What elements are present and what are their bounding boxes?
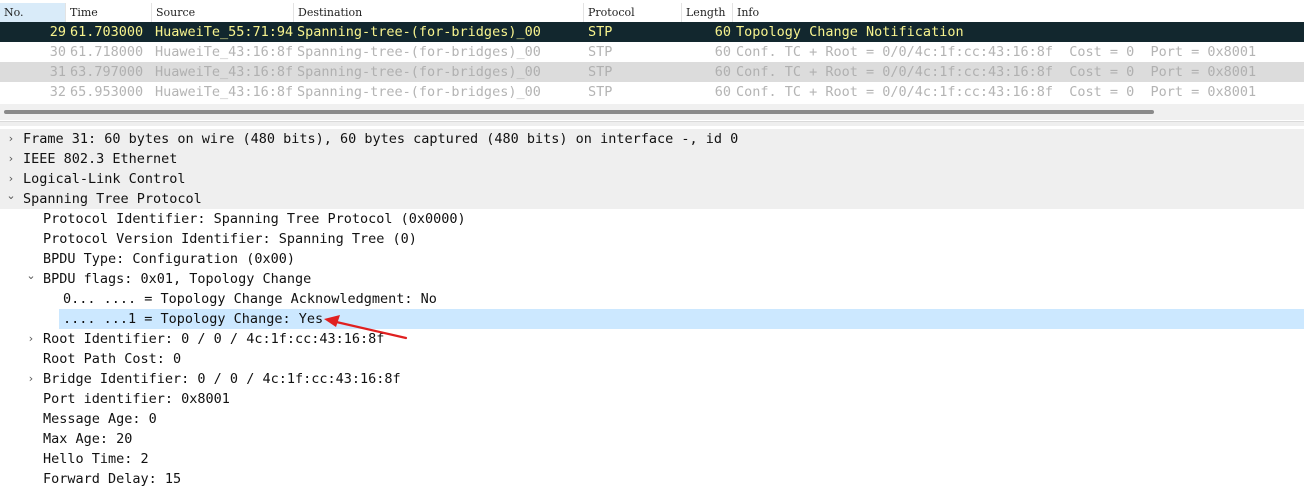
packet-source: HuaweiTe_43:16:8f <box>155 84 294 100</box>
tree-item-stp[interactable]: ⌄ Spanning Tree Protocol <box>0 189 1304 209</box>
tree-item-message-age[interactable]: Message Age: 0 <box>0 409 1304 429</box>
tree-item-max-age[interactable]: Max Age: 20 <box>0 429 1304 449</box>
packet-row[interactable]: 30 61.718000 HuaweiTe_43:16:8f Spanning-… <box>0 42 1304 62</box>
tree-item-label: Protocol Version Identifier: Spanning Tr… <box>43 231 417 247</box>
packet-length: 60 <box>714 24 731 40</box>
tree-item-label: Spanning Tree Protocol <box>23 191 202 207</box>
tree-item-label: Max Age: 20 <box>43 431 133 447</box>
packet-length: 60 <box>714 84 731 100</box>
packet-protocol: STP <box>588 64 613 80</box>
packet-no: 31 <box>49 64 66 80</box>
packet-destination: Spanning-tree-(for-bridges)_00 <box>297 24 541 40</box>
scrollbar-thumb[interactable] <box>4 110 1154 114</box>
tree-item-label: Message Age: 0 <box>43 411 157 427</box>
chevron-down-icon[interactable]: ⌄ <box>25 266 37 286</box>
tree-item-label: BPDU Type: Configuration (0x00) <box>43 251 295 267</box>
chevron-down-icon[interactable]: ⌄ <box>5 186 17 206</box>
packet-details-tree: › Frame 31: 60 bytes on wire (480 bits),… <box>0 128 1304 490</box>
packet-row[interactable]: 32 65.953000 HuaweiTe_43:16:8f Spanning-… <box>0 82 1304 102</box>
annotation-arrow-icon <box>324 315 408 340</box>
horizontal-scrollbar[interactable] <box>0 104 1304 120</box>
packet-info: Conf. TC + Root = 0/0/4c:1f:cc:43:16:8f … <box>736 64 1257 80</box>
tree-item-root-path-cost[interactable]: Root Path Cost: 0 <box>0 349 1304 369</box>
column-header-protocol[interactable]: Protocol <box>584 3 682 22</box>
tree-item-port-identifier[interactable]: Port identifier: 0x8001 <box>0 389 1304 409</box>
tree-item-label: BPDU flags: 0x01, Topology Change <box>43 271 312 287</box>
packet-list: No. Time Source Destination Protocol Len… <box>0 0 1304 122</box>
tree-item-llc[interactable]: › Logical-Link Control <box>0 169 1304 189</box>
tree-item-label: Protocol Identifier: Spanning Tree Proto… <box>43 211 466 227</box>
tree-item-label: Port identifier: 0x8001 <box>43 391 230 407</box>
packet-row[interactable]: 31 63.797000 HuaweiTe_43:16:8f Spanning-… <box>0 62 1304 82</box>
packet-list-header: No. Time Source Destination Protocol Len… <box>0 3 1304 23</box>
tree-item-label: IEEE 802.3 Ethernet <box>23 151 178 167</box>
packet-info: Topology Change Notification <box>736 24 964 40</box>
packet-length: 60 <box>714 44 731 60</box>
packet-protocol: STP <box>588 84 613 100</box>
chevron-right-icon[interactable]: › <box>5 129 17 149</box>
pane-splitter[interactable] <box>0 121 1304 126</box>
packet-protocol: STP <box>588 24 613 40</box>
packet-destination: Spanning-tree-(for-bridges)_00 <box>297 84 541 100</box>
column-header-info[interactable]: Info <box>733 3 1304 22</box>
column-header-source[interactable]: Source <box>152 3 294 22</box>
tree-item-bridge-identifier[interactable]: › Bridge Identifier: 0 / 0 / 4c:1f:cc:43… <box>0 369 1304 389</box>
tree-item-ethernet[interactable]: › IEEE 802.3 Ethernet <box>0 149 1304 169</box>
packet-source: HuaweiTe_43:16:8f <box>155 44 294 60</box>
packet-no: 32 <box>49 84 66 100</box>
chevron-right-icon[interactable]: › <box>25 369 37 389</box>
packet-no: 29 <box>49 24 66 40</box>
chevron-right-icon[interactable]: › <box>25 329 37 349</box>
tree-item-label: Forward Delay: 15 <box>43 471 182 487</box>
packet-destination: Spanning-tree-(for-bridges)_00 <box>297 44 541 60</box>
packet-time: 61.703000 <box>70 24 144 40</box>
tree-item-protocol-identifier[interactable]: Protocol Identifier: Spanning Tree Proto… <box>0 209 1304 229</box>
tree-item-label: Bridge Identifier: 0 / 0 / 4c:1f:cc:43:1… <box>43 371 401 387</box>
column-header-length[interactable]: Length <box>682 3 733 22</box>
packet-source: HuaweiTe_55:71:94 <box>155 24 294 40</box>
tree-item-tc-ack[interactable]: 0... .... = Topology Change Acknowledgme… <box>0 289 1304 309</box>
tree-item-forward-delay[interactable]: Forward Delay: 15 <box>0 469 1304 489</box>
packet-source: HuaweiTe_43:16:8f <box>155 64 294 80</box>
tree-item-bpdu-flags[interactable]: ⌄ BPDU flags: 0x01, Topology Change <box>0 269 1304 289</box>
wireshark-window: No. Time Source Destination Protocol Len… <box>0 0 1304 490</box>
packet-info: Conf. TC + Root = 0/0/4c:1f:cc:43:16:8f … <box>736 44 1257 60</box>
tree-item-label: 0... .... = Topology Change Acknowledgme… <box>63 291 437 307</box>
chevron-right-icon[interactable]: › <box>5 149 17 169</box>
column-header-time[interactable]: Time <box>66 3 152 22</box>
tree-item-protocol-version[interactable]: Protocol Version Identifier: Spanning Tr… <box>0 229 1304 249</box>
tree-item-label: Hello Time: 2 <box>43 451 149 467</box>
tree-item-root-identifier[interactable]: › Root Identifier: 0 / 0 / 4c:1f:cc:43:1… <box>0 329 1304 349</box>
column-header-no[interactable]: No. <box>0 3 66 22</box>
tree-item-label: Root Path Cost: 0 <box>43 351 182 367</box>
tree-item-label: Logical-Link Control <box>23 171 186 187</box>
packet-time: 61.718000 <box>70 44 144 60</box>
packet-no: 30 <box>49 44 66 60</box>
tree-item-bpdu-type[interactable]: BPDU Type: Configuration (0x00) <box>0 249 1304 269</box>
tree-item-topology-change-selected[interactable]: .... ...1 = Topology Change: Yes <box>59 309 1304 329</box>
packet-time: 63.797000 <box>70 64 144 80</box>
column-header-destination[interactable]: Destination <box>294 3 584 22</box>
packet-row-selected[interactable]: 29 61.703000 HuaweiTe_55:71:94 Spanning-… <box>0 22 1304 42</box>
packet-info: Conf. TC + Root = 0/0/4c:1f:cc:43:16:8f … <box>736 84 1257 100</box>
tree-item-frame[interactable]: › Frame 31: 60 bytes on wire (480 bits),… <box>0 129 1304 149</box>
packet-length: 60 <box>714 64 731 80</box>
packet-protocol: STP <box>588 44 613 60</box>
packet-destination: Spanning-tree-(for-bridges)_00 <box>297 64 541 80</box>
packet-time: 65.953000 <box>70 84 144 100</box>
tree-item-label: .... ...1 = Topology Change: Yes <box>63 311 324 327</box>
tree-item-hello-time[interactable]: Hello Time: 2 <box>0 449 1304 469</box>
tree-item-label: Frame 31: 60 bytes on wire (480 bits), 6… <box>23 131 739 147</box>
